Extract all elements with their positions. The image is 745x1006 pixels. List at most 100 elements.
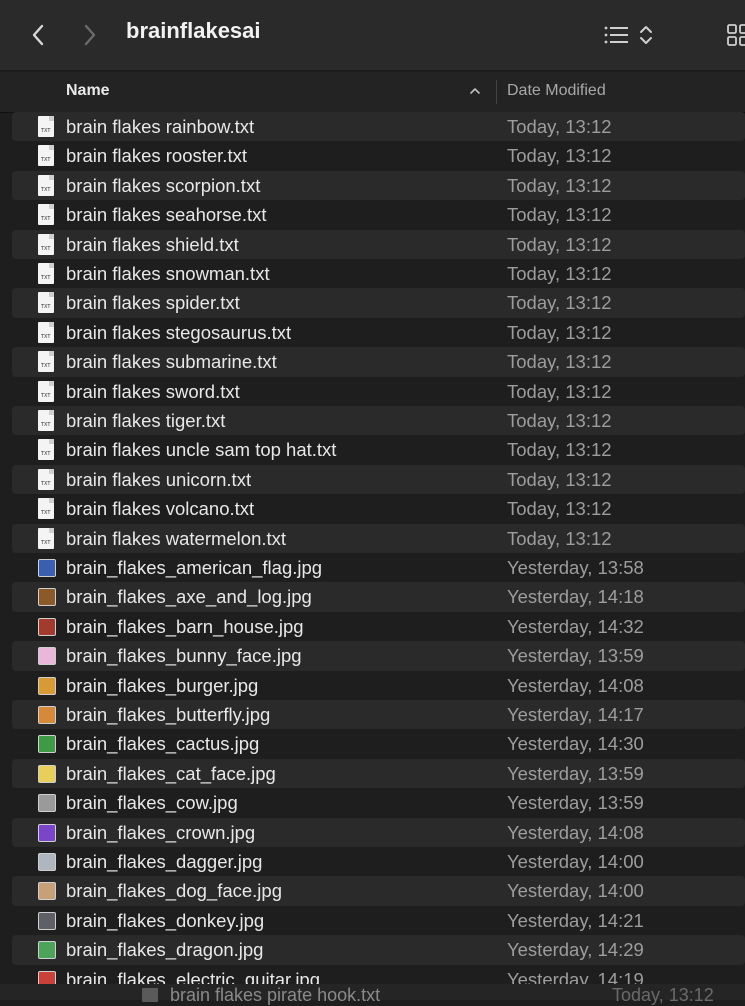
file-row[interactable]: TXT brain flakes tiger.txt Today, 13:12 — [12, 406, 745, 436]
file-row[interactable]: brain_flakes_burger.jpg Yesterday, 14:08 — [12, 671, 745, 700]
file-name: brain_flakes_donkey.jpg — [66, 909, 265, 931]
image-thumbnail-icon — [38, 763, 56, 785]
name-column-header[interactable]: Name — [66, 82, 110, 100]
image-thumbnail-icon — [38, 764, 56, 783]
image-thumbnail-icon — [38, 706, 56, 724]
image-thumbnail-icon — [38, 733, 56, 755]
date-modified-column-header[interactable]: Date Modified — [507, 82, 606, 100]
gallery-view-button[interactable] — [718, 0, 745, 70]
back-button[interactable] — [18, 0, 58, 70]
file-date-modified: Today, 13:12 — [507, 116, 612, 137]
file-date-modified: Yesterday, 13:59 — [507, 645, 644, 667]
file-name: brain_flakes_american_flag.jpg — [66, 557, 323, 578]
file-date-modified: Today, 13:12 — [507, 292, 612, 314]
file-row[interactable]: TXT brain flakes uncle sam top hat.txt Tod… — [12, 435, 745, 464]
file-date-modified: Yesterday, 14:00 — [507, 880, 644, 902]
file-row[interactable]: brain_flakes_barn_house.jpg Yesterday, 14… — [12, 612, 745, 641]
file-name: brain flakes submarine.txt — [66, 351, 277, 373]
text-document-icon: TXT — [38, 410, 56, 432]
text-document-icon: TXT — [38, 498, 56, 520]
file-date-modified: Today, 13:12 — [507, 468, 612, 490]
text-document-icon: TXT — [38, 439, 56, 461]
chevron-left-icon — [32, 24, 44, 46]
file-name: brain_flakes_cow.jpg — [66, 792, 238, 814]
file-name: brain_flakes_bunny_face.jpg — [66, 645, 302, 667]
grid-icon — [727, 24, 745, 46]
file-date-modified: Yesterday, 13:59 — [507, 762, 644, 784]
file-row[interactable]: brain_flakes_dog_face.jpg Yesterday, 14:0… — [12, 876, 745, 906]
image-thumbnail-icon — [38, 617, 56, 636]
file-row[interactable]: TXT brain flakes sword.txt Today, 13:12 — [12, 377, 745, 406]
file-date-modified: Today, 13:12 — [507, 233, 612, 255]
file-name: brain_flakes_dagger.jpg — [66, 851, 263, 872]
text-document-icon: TXT — [38, 174, 54, 196]
text-document-icon: TXT — [38, 498, 54, 520]
file-name: brain flakes scorpion.txt — [66, 174, 261, 196]
file-name: brain_flakes_dragon.jpg — [66, 939, 264, 961]
file-row[interactable]: brain_flakes_cow.jpg Yesterday, 13:59 — [12, 788, 745, 817]
file-row[interactable]: brain_flakes_dagger.jpg Yesterday, 14:00 — [12, 847, 745, 876]
text-document-icon: TXT — [38, 410, 54, 431]
file-row[interactable]: TXT brain flakes snowman.txt Today, 13:12 — [12, 259, 745, 288]
window-title: brainflakesai — [126, 18, 261, 43]
file-row[interactable]: brain_flakes_donkey.jpg Yesterday, 14:21 — [12, 906, 745, 935]
file-date-modified: Today, 13:12 — [507, 351, 612, 373]
list-view-icon — [604, 26, 628, 44]
text-document-icon: TXT — [38, 321, 56, 344]
file-list: TXT brain flakes rainbow.txt Today, 13:12 T… — [0, 112, 745, 996]
file-date-modified: Yesterday, 13:58 — [507, 557, 644, 578]
file-row[interactable]: TXT brain flakes watermelon.txt Today, 13:… — [12, 523, 745, 553]
file-row[interactable]: brain_flakes_dragon.jpg Yesterday, 14:29 — [12, 935, 745, 965]
file-date-modified: Today, 13:12 — [507, 439, 612, 461]
file-name: brain flakes unicorn.txt — [66, 468, 252, 490]
forward-button[interactable] — [70, 0, 110, 70]
image-thumbnail-icon — [38, 645, 56, 667]
text-document-icon: TXT — [38, 204, 54, 226]
file-row[interactable]: brain_flakes_bunny_face.jpg Yesterday, 13… — [12, 641, 745, 671]
list-view-button[interactable] — [596, 0, 636, 70]
drag-ghost-date: Today, 13:12 — [612, 985, 714, 1005]
file-row[interactable]: brain_flakes_cactus.jpg Yesterday, 14:30 — [12, 729, 745, 758]
text-document-icon: TXT — [38, 527, 56, 550]
chevron-up-down-icon — [640, 26, 652, 44]
file-date-modified: Yesterday, 14:08 — [507, 821, 644, 843]
file-row[interactable]: TXT brain flakes seahorse.txt Today, 13:12 — [12, 200, 745, 229]
file-row[interactable]: brain_flakes_axe_and_log.jpg Yesterday, 1… — [12, 582, 745, 612]
file-row[interactable]: brain_flakes_cat_face.jpg Yesterday, 13:5… — [12, 758, 745, 789]
file-name: brain flakes uncle sam top hat.txt — [66, 439, 337, 461]
file-date-modified: Yesterday, 14:29 — [507, 939, 644, 961]
file-date-modified: Yesterday, 14:32 — [507, 615, 644, 637]
image-thumbnail-icon — [38, 882, 56, 901]
text-document-icon: TXT — [38, 292, 54, 314]
file-row[interactable]: TXT brain flakes spider.txt Today, 13:12 — [12, 288, 745, 318]
file-row[interactable]: TXT brain flakes scorpion.txt Today, 13:12 — [12, 170, 745, 201]
file-date-modified: Yesterday, 14:30 — [507, 733, 644, 755]
drag-ghost-name: brain flakes pirate hook.txt — [170, 985, 381, 1005]
file-date-modified: Today, 13:12 — [507, 321, 612, 343]
file-row[interactable]: brain_flakes_crown.jpg Yesterday, 14:08 — [12, 817, 745, 847]
sort-ascending-icon[interactable] — [468, 84, 482, 98]
file-name: brain flakes watermelon.txt — [66, 527, 287, 549]
text-document-icon: TXT — [38, 116, 56, 138]
column-divider[interactable] — [496, 80, 497, 104]
image-thumbnail-icon — [38, 794, 56, 813]
file-date-modified: Yesterday, 14:08 — [507, 674, 644, 696]
file-row[interactable]: brain_flakes_american_flag.jpg Yesterday,… — [12, 553, 745, 582]
text-document-icon: TXT — [38, 174, 56, 197]
file-row[interactable]: TXT brain flakes shield.txt Today, 13:12 — [12, 229, 745, 259]
file-row[interactable]: TXT brain flakes rainbow.txt Today, 13:12 — [12, 112, 745, 142]
file-row[interactable]: brain_flakes_butterfly.jpg Yesterday, 14:… — [12, 700, 745, 730]
image-thumbnail-icon — [38, 735, 56, 754]
file-row[interactable]: TXT brain flakes rooster.txt Today, 13:12 — [12, 141, 745, 170]
file-row[interactable]: TXT brain flakes submarine.txt Today, 13:1… — [12, 347, 745, 377]
column-header: Name Date Modified — [0, 72, 745, 113]
image-thumbnail-icon — [38, 616, 56, 638]
view-options-button[interactable] — [632, 0, 660, 70]
file-row[interactable]: TXT brain flakes stegosaurus.txt Today, 13… — [12, 318, 745, 347]
image-thumbnail-icon — [38, 588, 56, 607]
image-thumbnail-icon — [38, 559, 56, 577]
image-thumbnail-icon — [38, 675, 56, 697]
file-row[interactable]: TXT brain flakes unicorn.txt Today, 13:12 — [12, 464, 745, 495]
file-name: brain flakes sword.txt — [66, 380, 240, 402]
file-row[interactable]: TXT brain flakes volcano.txt Today, 13:12 — [12, 494, 745, 523]
